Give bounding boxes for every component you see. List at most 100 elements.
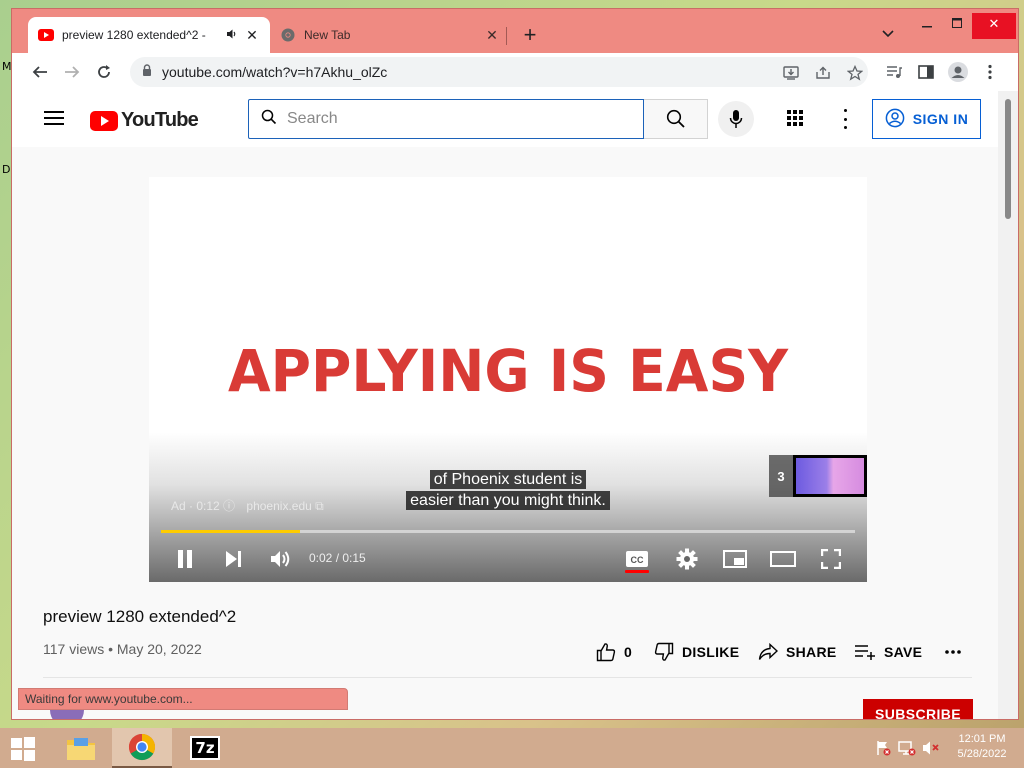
video-title: preview 1280 extended^2 xyxy=(43,607,237,626)
close-window-button[interactable]: ✕ xyxy=(972,13,1016,39)
account-circle-icon xyxy=(885,108,905,131)
volume-icon xyxy=(271,551,290,567)
next-button[interactable] xyxy=(221,545,245,573)
tab-close-icon[interactable]: ✕ xyxy=(244,27,260,44)
side-panel-icon[interactable] xyxy=(914,60,938,84)
tab-separator xyxy=(506,27,507,45)
caption-text: of Phoenix student is xyxy=(429,470,587,489)
tab-youtube-preview[interactable]: preview 1280 extended^2 - ✕ xyxy=(28,17,270,53)
volume-muted-icon[interactable] xyxy=(922,740,940,756)
windows-start-icon[interactable] xyxy=(10,736,36,762)
progress-fill xyxy=(161,530,300,533)
settings-button[interactable] xyxy=(675,545,699,573)
closed-captions-icon: CC xyxy=(626,551,648,567)
browser-toolbar: youtube.com/watch?v=h7Akhu_olZc xyxy=(12,53,1018,91)
fullscreen-button[interactable] xyxy=(817,545,845,573)
minimize-button[interactable] xyxy=(912,13,942,39)
media-control-icon[interactable] xyxy=(882,60,906,84)
search-box[interactable] xyxy=(248,99,644,139)
hamburger-menu-icon[interactable] xyxy=(44,111,64,129)
chrome-icon xyxy=(128,733,156,761)
back-arrow-icon[interactable] xyxy=(28,60,52,84)
lock-icon[interactable] xyxy=(142,63,152,81)
microphone-icon xyxy=(729,110,743,128)
search-icon xyxy=(261,109,277,130)
clock-date: 5/28/2022 xyxy=(957,748,1007,760)
tab-title: New Tab xyxy=(304,28,351,42)
voice-search-button[interactable] xyxy=(718,101,754,137)
tab-title: preview 1280 extended^2 - xyxy=(62,28,206,42)
share-button[interactable]: SHARE xyxy=(758,639,837,665)
scrollbar-thumb[interactable] xyxy=(1005,99,1011,219)
share-label: SHARE xyxy=(786,644,837,660)
like-button[interactable]: 0 xyxy=(596,639,632,665)
playlist-add-icon xyxy=(855,645,875,660)
folder-icon xyxy=(67,738,95,760)
new-tab-button[interactable]: + xyxy=(518,23,542,47)
search-input[interactable] xyxy=(287,110,587,128)
speaker-icon[interactable] xyxy=(226,28,238,43)
sign-in-label: SIGN IN xyxy=(912,111,969,127)
action-center-flag-icon[interactable] xyxy=(874,740,892,756)
maximize-button[interactable] xyxy=(942,13,972,39)
pause-button[interactable] xyxy=(173,545,197,573)
tab-new-tab[interactable]: New Tab ✕ xyxy=(270,17,510,53)
chrome-taskbar-button[interactable] xyxy=(112,728,172,768)
url-text[interactable]: youtube.com/watch?v=h7Akhu_olZc xyxy=(162,64,387,80)
tab-strip: preview 1280 extended^2 - ✕ New Tab ✕ + … xyxy=(12,9,1018,53)
install-app-icon[interactable] xyxy=(782,64,800,82)
fullscreen-icon xyxy=(821,549,841,569)
save-button[interactable]: SAVE xyxy=(854,639,922,665)
video-player[interactable]: APPLYING IS EASY 3 Ad · 0:12 ⓘ phoenix.e… xyxy=(149,177,867,582)
browser-window: preview 1280 extended^2 - ✕ New Tab ✕ + … xyxy=(11,8,1019,720)
time-display: 0:02 / 0:15 xyxy=(309,551,366,565)
save-label: SAVE xyxy=(884,644,923,660)
reload-icon[interactable] xyxy=(92,60,116,84)
skip-next-icon xyxy=(226,551,241,567)
page-scrollbar[interactable] xyxy=(998,91,1018,719)
youtube-header: YouTube SIGN IN xyxy=(12,91,998,147)
forward-arrow-icon[interactable] xyxy=(60,60,84,84)
thumbs-down-icon xyxy=(654,642,674,661)
kebab-menu-icon[interactable] xyxy=(978,60,1002,84)
thumbs-up-icon xyxy=(596,643,616,662)
more-horizontal-icon xyxy=(945,650,961,654)
sign-in-button[interactable]: SIGN IN xyxy=(872,99,981,139)
share-icon[interactable] xyxy=(814,64,832,82)
youtube-play-logo-icon xyxy=(90,110,118,131)
profile-avatar-icon[interactable] xyxy=(946,60,970,84)
taskbar: 7z 12:01 PM 5/28/2022 xyxy=(0,728,1024,768)
tab-search-chevron-icon[interactable] xyxy=(882,27,894,41)
miniplayer-button[interactable] xyxy=(721,545,749,573)
file-explorer-taskbar-button[interactable] xyxy=(58,728,104,768)
volume-button[interactable] xyxy=(269,545,293,573)
settings-kebab-icon[interactable] xyxy=(842,109,848,129)
youtube-page: YouTube SIGN IN xyxy=(12,91,998,719)
seven-zip-taskbar-button[interactable]: 7z xyxy=(182,728,228,768)
search-icon xyxy=(666,109,685,128)
theater-mode-icon xyxy=(770,551,796,567)
tab-close-icon[interactable]: ✕ xyxy=(484,27,500,44)
captions-button[interactable]: CC xyxy=(625,545,649,573)
caption-line-1: of Phoenix student is xyxy=(149,470,867,489)
subscribe-button[interactable]: SUBSCRIBE xyxy=(863,699,973,719)
ad-headline: APPLYING IS EASY xyxy=(227,337,789,405)
seven-zip-label: 7z xyxy=(195,739,215,757)
address-bar[interactable]: youtube.com/watch?v=h7Akhu_olZc xyxy=(130,57,868,87)
more-actions-button[interactable] xyxy=(944,639,970,665)
youtube-logo[interactable]: YouTube xyxy=(90,109,199,132)
like-count: 0 xyxy=(624,644,633,660)
system-clock[interactable]: 12:01 PM 5/28/2022 xyxy=(952,732,1012,762)
apps-grid-icon[interactable] xyxy=(786,109,806,129)
search-button[interactable] xyxy=(644,99,708,139)
desktop-label-d: D xyxy=(2,163,11,176)
svg-text:CC: CC xyxy=(631,555,644,565)
network-icon[interactable] xyxy=(898,740,916,756)
pause-icon xyxy=(178,550,192,568)
theater-mode-button[interactable] xyxy=(769,545,797,573)
caption-text: easier than you might think. xyxy=(406,491,610,510)
dislike-button[interactable]: DISLIKE xyxy=(654,639,739,665)
section-divider xyxy=(43,677,972,678)
progress-bar[interactable] xyxy=(161,530,855,533)
bookmark-star-icon[interactable] xyxy=(846,64,864,82)
